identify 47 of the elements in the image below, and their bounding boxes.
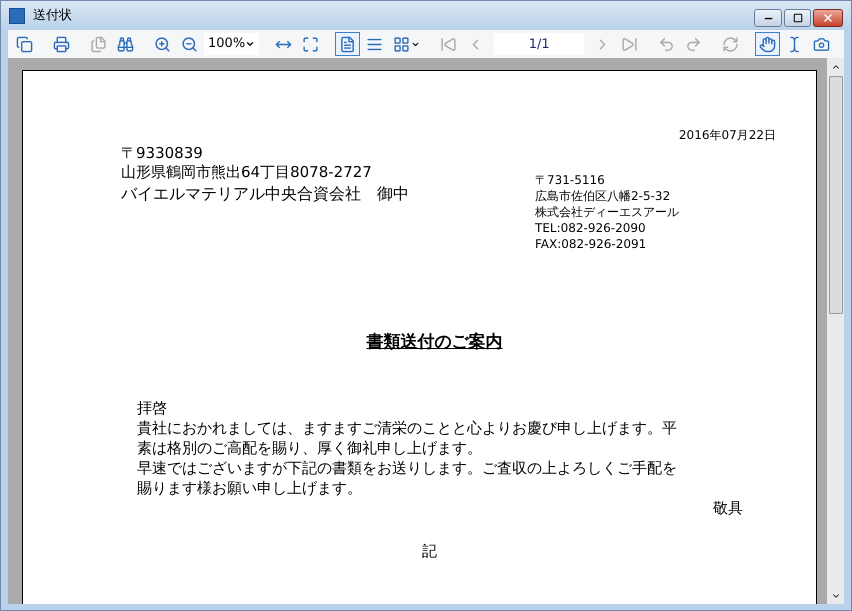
document-date: 2016年07月22日 bbox=[678, 127, 776, 144]
maximize-icon bbox=[792, 13, 802, 23]
zoom-in-icon bbox=[154, 36, 171, 52]
app-logo-icon bbox=[9, 8, 25, 24]
minimize-button[interactable] bbox=[754, 9, 782, 27]
copy-icon bbox=[16, 36, 33, 52]
body-text-line: 賜ります様お願い申し上げます。 bbox=[137, 478, 363, 498]
page-number-field[interactable]: 1/1 bbox=[494, 33, 584, 55]
fit-page-icon bbox=[302, 36, 320, 52]
toolbar-button[interactable] bbox=[755, 32, 780, 56]
body-text-line: 素は格別のご高配を賜り、厚く御礼申し上げます。 bbox=[137, 438, 483, 458]
scrollbar-thumb[interactable] bbox=[828, 76, 842, 314]
maximize-button[interactable] bbox=[784, 9, 811, 27]
recipient-name: バイエルマテリアル中央合資会社 御中 bbox=[121, 184, 410, 203]
closing: 敬具 bbox=[713, 498, 743, 518]
sender-line: FAX:082-926-2091 bbox=[535, 236, 648, 252]
toolbar-button[interactable] bbox=[335, 32, 360, 56]
sender-line: 〒731-5116 bbox=[535, 172, 606, 188]
page-icon bbox=[339, 36, 356, 52]
first-page-icon bbox=[440, 36, 458, 52]
note-heading: 記 bbox=[422, 540, 437, 562]
zoom-out-icon bbox=[181, 36, 198, 52]
hand-icon bbox=[759, 36, 776, 52]
binoculars-icon bbox=[117, 36, 134, 52]
body-text-line: 貴社におかれましては、ますますご清栄のことと心よりお慶び申し上げます。平 bbox=[137, 418, 678, 438]
redo-icon bbox=[685, 36, 702, 52]
grid-icon bbox=[393, 36, 410, 52]
zoom-combobox[interactable]: 100% bbox=[204, 33, 260, 55]
last-page-icon bbox=[621, 36, 638, 52]
recipient-address: 山形県鶴岡市熊出64丁目8078-2727 bbox=[121, 163, 373, 182]
undo-icon bbox=[658, 36, 676, 52]
sender-line: TEL:082-926-2090 bbox=[535, 220, 647, 236]
close-icon bbox=[822, 12, 834, 24]
files-icon bbox=[90, 36, 107, 52]
refresh-icon bbox=[722, 36, 740, 52]
sender-line: 広島市佐伯区八幡2-5-32 bbox=[535, 188, 672, 204]
sender-line: 株式会社ディーエスアール bbox=[535, 204, 679, 220]
document-title: 書類送付のご案内 bbox=[366, 331, 502, 354]
vertical-scrollbar[interactable] bbox=[827, 58, 844, 604]
printer-icon bbox=[53, 36, 70, 52]
close-button[interactable] bbox=[813, 9, 843, 27]
dropdown-caret-icon bbox=[245, 39, 256, 49]
recipient-postal-code: 〒9330839 bbox=[121, 144, 204, 163]
window-title: 送付状 bbox=[33, 6, 72, 25]
body-text-line: 早速ではございますが下記の書類をお送りします。ご査収の上よろしくご手配を bbox=[137, 458, 678, 478]
camera-icon bbox=[813, 36, 830, 52]
salutation: 拝啓 bbox=[137, 398, 168, 418]
